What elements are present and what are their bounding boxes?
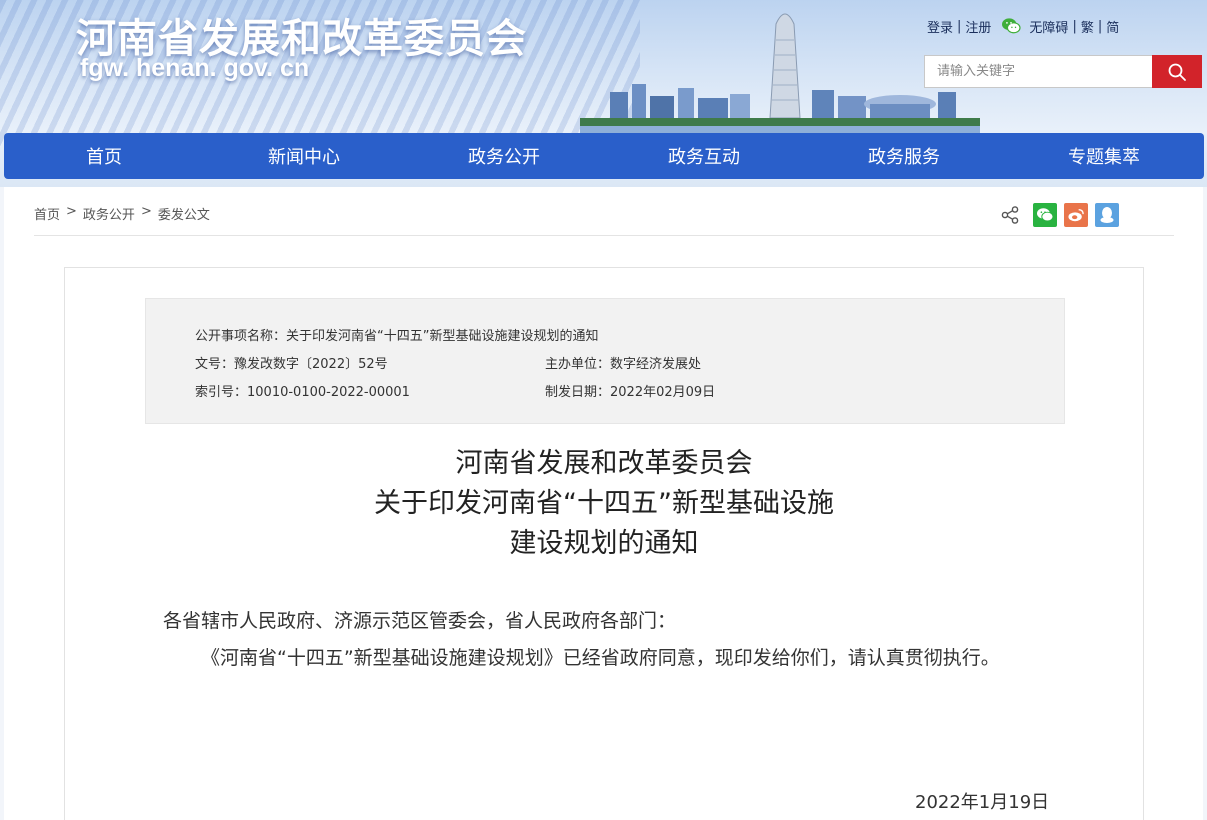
simplified-chinese-link[interactable]: 简: [1106, 17, 1119, 36]
nav-item-news[interactable]: 新闻中心: [204, 133, 404, 179]
link-separator: |: [1072, 18, 1077, 34]
weibo-icon: [1068, 209, 1084, 222]
search-icon: [1168, 63, 1186, 81]
nav-item-topics[interactable]: 专题集萃: [1004, 133, 1204, 179]
register-link[interactable]: 注册: [965, 17, 991, 36]
breadcrumb-separator: >: [140, 204, 152, 219]
qq-icon: [1100, 207, 1114, 223]
link-separator: |: [1097, 18, 1103, 34]
meta-issue-date: 制发日期：2022年02月09日: [545, 385, 716, 400]
login-link[interactable]: 登录: [927, 17, 953, 36]
share-weibo-button[interactable]: [1064, 203, 1088, 227]
article-container: 公开事项名称：关于印发河南省“十四五”新型基础设施建设规划的通知 文号：豫发改数…: [64, 267, 1144, 820]
document-date: 2022年1月19日: [915, 792, 1050, 813]
breadcrumb: 首页 > 政务公开 > 委发公文: [34, 204, 210, 223]
nav-item-government-affairs[interactable]: 政务公开: [404, 133, 604, 179]
share-qq-button[interactable]: [1095, 203, 1119, 227]
breadcrumb-home[interactable]: 首页: [34, 204, 60, 223]
city-skyline-image: [580, 13, 980, 140]
document-salutation: 各省辖市人民政府、济源示范区管委会，省人民政府各部门：: [163, 610, 677, 632]
search-button[interactable]: [1152, 55, 1202, 88]
breadcrumb-documents[interactable]: 委发公文: [158, 204, 210, 223]
share-wechat-button[interactable]: [1033, 203, 1057, 227]
breadcrumb-separator: >: [66, 204, 77, 219]
meta-item-name: 公开事项名称：关于印发河南省“十四五”新型基础设施建设规划的通知: [195, 329, 599, 344]
share-bar: [1000, 203, 1126, 227]
document-body: 各省辖市人民政府、济源示范区管委会，省人民政府各部门： 《河南省“十四五”新型基…: [163, 602, 1043, 676]
document-title-line: 河南省发展和改革委员会: [455, 448, 753, 479]
accessibility-link[interactable]: 无障碍: [1029, 17, 1068, 36]
breadcrumb-government-affairs[interactable]: 政务公开: [83, 204, 135, 223]
wechat-icon: [1037, 208, 1054, 222]
meta-index-number: 索引号：10010-0100-2022-00001: [195, 385, 410, 400]
content-panel: 首页 > 政务公开 > 委发公文 公开事项名称：关于印发河南省“十四五”新型基础…: [4, 187, 1203, 820]
document-paragraph: 《河南省“十四五”新型基础设施建设规划》已经省政府同意，现印发给你们，请认真贯彻…: [201, 647, 1000, 669]
meta-doc-number: 文号：豫发改数字〔2022〕52号: [195, 357, 388, 372]
breadcrumb-divider: [34, 235, 1174, 236]
top-links: 登录 | 注册 无障碍 | 繁 | 简: [927, 16, 1119, 36]
share-icon[interactable]: [1000, 205, 1020, 225]
document-title: 河南省发展和改革委员会 关于印发河南省“十四五”新型基础设施 建设规划的通知: [65, 444, 1143, 564]
main-nav: 首页 新闻中心 政务公开 政务互动 政务服务 专题集萃: [4, 133, 1204, 179]
nav-item-interaction[interactable]: 政务互动: [604, 133, 804, 179]
site-domain: fgw. henan. gov. cn: [80, 54, 310, 82]
nav-item-home[interactable]: 首页: [4, 133, 204, 179]
traditional-chinese-link[interactable]: 繁: [1081, 17, 1094, 36]
search-box: [924, 55, 1202, 88]
document-meta-box: 公开事项名称：关于印发河南省“十四五”新型基础设施建设规划的通知 文号：豫发改数…: [145, 298, 1065, 424]
nav-item-services[interactable]: 政务服务: [804, 133, 1004, 179]
meta-department: 主办单位：数字经济发展处: [545, 357, 702, 372]
link-separator: |: [957, 18, 962, 34]
document-title-line: 关于印发河南省“十四五”新型基础设施: [374, 488, 834, 519]
document-title-line: 建设规划的通知: [509, 528, 699, 559]
search-input[interactable]: [924, 55, 1152, 88]
wechat-icon[interactable]: [1001, 17, 1022, 35]
